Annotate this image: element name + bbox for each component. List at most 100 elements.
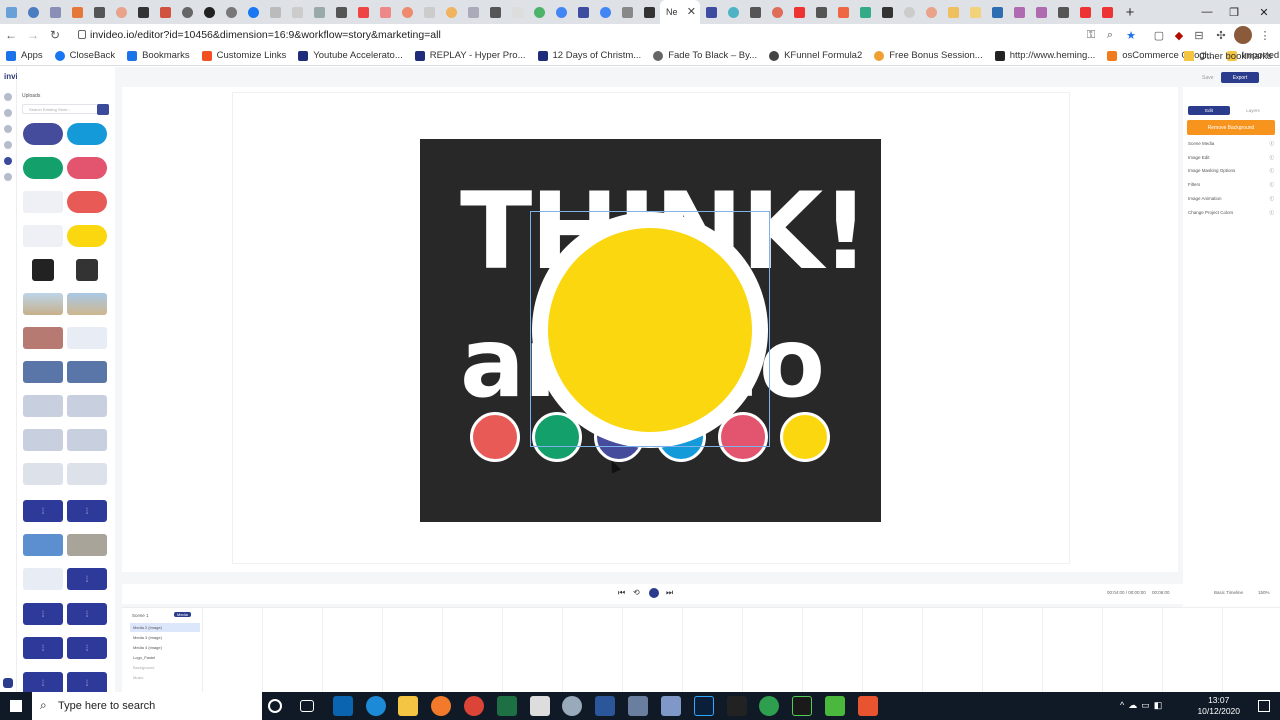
- tab[interactable]: [1052, 0, 1074, 24]
- forward-button[interactable]: →: [22, 24, 44, 46]
- word-icon[interactable]: [595, 696, 615, 716]
- audio-thumb[interactable]: ⦙: [23, 500, 63, 522]
- tab[interactable]: [308, 0, 330, 24]
- tab[interactable]: [418, 0, 440, 24]
- timeline-mode[interactable]: Basic Timeline: [1214, 590, 1243, 595]
- tab[interactable]: [374, 0, 396, 24]
- media-thumb-lightblue-pill[interactable]: [67, 123, 107, 145]
- tab[interactable]: [1030, 0, 1052, 24]
- timeline-row[interactable]: Background: [130, 663, 200, 672]
- media-thumb-blue-pill[interactable]: [23, 123, 63, 145]
- edge-icon[interactable]: [366, 696, 386, 716]
- tab[interactable]: [484, 0, 506, 24]
- timeline-row[interactable]: Logo_Pastel: [130, 653, 200, 662]
- bookmark-item[interactable]: Customize Links: [201, 50, 286, 61]
- acrobat-icon[interactable]: ◆: [1170, 26, 1188, 44]
- firefox-icon[interactable]: [431, 696, 451, 716]
- tab-active[interactable]: Ne ✕: [660, 0, 700, 24]
- tab[interactable]: [744, 0, 766, 24]
- tab[interactable]: [942, 0, 964, 24]
- bookmark-item[interactable]: http://www.heming...: [994, 50, 1095, 61]
- tab[interactable]: [154, 0, 176, 24]
- tab[interactable]: [528, 0, 550, 24]
- audio-thumb[interactable]: ⦙: [23, 603, 63, 625]
- camtasia-icon[interactable]: [759, 696, 779, 716]
- zoom-icon[interactable]: ⌕: [1101, 26, 1119, 44]
- media-thumb-person[interactable]: [67, 534, 107, 556]
- bookmark-item[interactable]: 12 Days of Christm...: [537, 50, 641, 61]
- system-tray[interactable]: ^☁▭◧: [1120, 700, 1200, 712]
- restore-button[interactable]: ❐: [1218, 0, 1250, 24]
- tab[interactable]: [550, 0, 572, 24]
- media-thumb-photo[interactable]: [23, 327, 63, 349]
- tab[interactable]: [854, 0, 876, 24]
- loop-icon[interactable]: ⟲: [633, 588, 640, 597]
- audio-thumb[interactable]: ⦙: [67, 500, 107, 522]
- tab[interactable]: [1074, 0, 1096, 24]
- back-button[interactable]: ←: [0, 24, 22, 46]
- panel-item[interactable]: Image Masking Options ⓘ: [1188, 168, 1274, 174]
- media-thumb-product[interactable]: [67, 361, 107, 383]
- tab[interactable]: [330, 0, 352, 24]
- media-thumb-photo[interactable]: [67, 327, 107, 349]
- panel-tab-layers[interactable]: Layers: [1232, 106, 1274, 115]
- tab[interactable]: [352, 0, 374, 24]
- audio-thumb[interactable]: ⦙: [67, 603, 107, 625]
- media-thumb-person[interactable]: [23, 534, 63, 556]
- tab[interactable]: [810, 0, 832, 24]
- rail-button[interactable]: [4, 125, 12, 133]
- address-bar[interactable]: invideo.io/editor?id=10456&dimension=16:…: [76, 26, 1096, 44]
- app-icon[interactable]: [825, 696, 845, 716]
- tab[interactable]: [242, 0, 264, 24]
- panel-item[interactable]: Change Project Colors ⓘ: [1188, 210, 1274, 216]
- taskbar-clock[interactable]: 13:07 10/12/2020: [1197, 695, 1240, 717]
- media-thumb-product[interactable]: [23, 463, 63, 485]
- extension-icon[interactable]: ▢: [1150, 26, 1168, 44]
- tab[interactable]: [920, 0, 942, 24]
- feather-app-icon[interactable]: [628, 696, 648, 716]
- media-thumb-pink-pill[interactable]: [67, 157, 107, 179]
- photoshop-icon[interactable]: [694, 696, 714, 716]
- bookmark-apps[interactable]: Apps: [6, 50, 43, 61]
- tab[interactable]: [132, 0, 154, 24]
- rail-button-uploads[interactable]: [4, 157, 12, 165]
- bookmark-item[interactable]: Youtube Accelerato...: [298, 50, 403, 61]
- skip-back-icon[interactable]: ⏮: [618, 588, 625, 598]
- media-thumb-product[interactable]: [23, 429, 63, 451]
- tab[interactable]: [110, 0, 132, 24]
- media-thumb-black[interactable]: [32, 259, 54, 281]
- tab[interactable]: [788, 0, 810, 24]
- tab[interactable]: [44, 0, 66, 24]
- app-icon[interactable]: [792, 696, 812, 716]
- close-tab-icon[interactable]: ✕: [687, 5, 696, 18]
- media-thumb-product[interactable]: [67, 395, 107, 417]
- media-thumb-play[interactable]: [23, 568, 63, 590]
- panel-tab-edit[interactable]: Edit: [1188, 106, 1230, 115]
- bookmark-item[interactable]: CloseBack: [54, 50, 115, 61]
- tab[interactable]: [722, 0, 744, 24]
- library-search-input[interactable]: Search Existing Store...: [22, 104, 109, 114]
- reload-button[interactable]: ↻: [44, 24, 66, 46]
- bookmark-item[interactable]: KFunnel Formula2: [769, 50, 862, 61]
- bookmark-item[interactable]: Fade To Black – By...: [653, 50, 757, 61]
- star-icon[interactable]: ★: [1122, 26, 1140, 44]
- timeline-row[interactable]: Media 3 (image): [130, 633, 200, 642]
- bookmark-item[interactable]: REPLAY - Hyper Pro...: [414, 50, 526, 61]
- app-icon[interactable]: [661, 696, 681, 716]
- tab[interactable]: [638, 0, 660, 24]
- extension-icon[interactable]: ⊟: [1190, 26, 1208, 44]
- media-thumb-green-pill[interactable]: [23, 157, 63, 179]
- rail-button[interactable]: [4, 93, 12, 101]
- app-icon[interactable]: [727, 696, 747, 716]
- menu-kebab-icon[interactable]: ⋮: [1256, 26, 1274, 44]
- media-thumb-red-pill[interactable]: [67, 191, 107, 213]
- app-icon[interactable]: [562, 696, 582, 716]
- rail-button[interactable]: [4, 141, 12, 149]
- tab[interactable]: [572, 0, 594, 24]
- tab[interactable]: [440, 0, 462, 24]
- excel-icon[interactable]: [497, 696, 517, 716]
- export-button[interactable]: Export: [1221, 72, 1259, 83]
- tab[interactable]: [396, 0, 418, 24]
- media-thumb-product[interactable]: [23, 361, 63, 383]
- tab[interactable]: [898, 0, 920, 24]
